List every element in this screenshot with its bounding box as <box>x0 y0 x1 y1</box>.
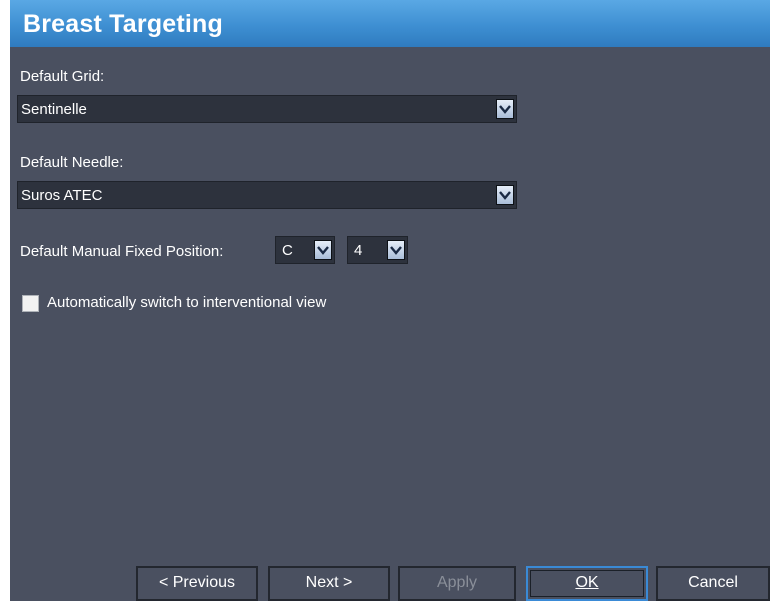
title-bar: Breast Targeting <box>10 0 770 47</box>
apply-button[interactable]: Apply <box>398 566 516 601</box>
default-needle-select[interactable]: Suros ATEC <box>17 181 517 209</box>
auto-switch-checkbox[interactable] <box>22 295 39 312</box>
chevron-down-icon[interactable] <box>387 240 405 260</box>
fixed-position-row-value: 4 <box>354 242 363 259</box>
chevron-down-icon[interactable] <box>496 99 514 119</box>
dialog-title: Breast Targeting <box>23 10 224 38</box>
fixed-position-row-select[interactable]: 4 <box>347 236 408 264</box>
default-grid-label: Default Grid: <box>20 68 105 85</box>
breast-targeting-dialog: Breast Targeting Default Grid: Sentinell… <box>10 0 770 601</box>
default-needle-value: Suros ATEC <box>21 187 103 204</box>
default-grid-value: Sentinelle <box>21 101 87 118</box>
chevron-down-icon[interactable] <box>314 240 332 260</box>
next-button[interactable]: Next > <box>268 566 390 601</box>
ok-button[interactable]: OK <box>526 566 648 601</box>
default-grid-select[interactable]: Sentinelle <box>17 95 517 123</box>
chevron-down-icon[interactable] <box>496 185 514 205</box>
cancel-button[interactable]: Cancel <box>656 566 770 601</box>
auto-switch-label: Automatically switch to interventional v… <box>47 294 327 311</box>
previous-button[interactable]: < Previous <box>136 566 258 601</box>
fixed-position-label: Default Manual Fixed Position: <box>20 243 224 260</box>
default-needle-label: Default Needle: <box>20 154 124 171</box>
fixed-position-column-select[interactable]: C <box>275 236 335 264</box>
ok-button-label: OK <box>530 570 644 597</box>
fixed-position-column-value: C <box>282 242 293 259</box>
